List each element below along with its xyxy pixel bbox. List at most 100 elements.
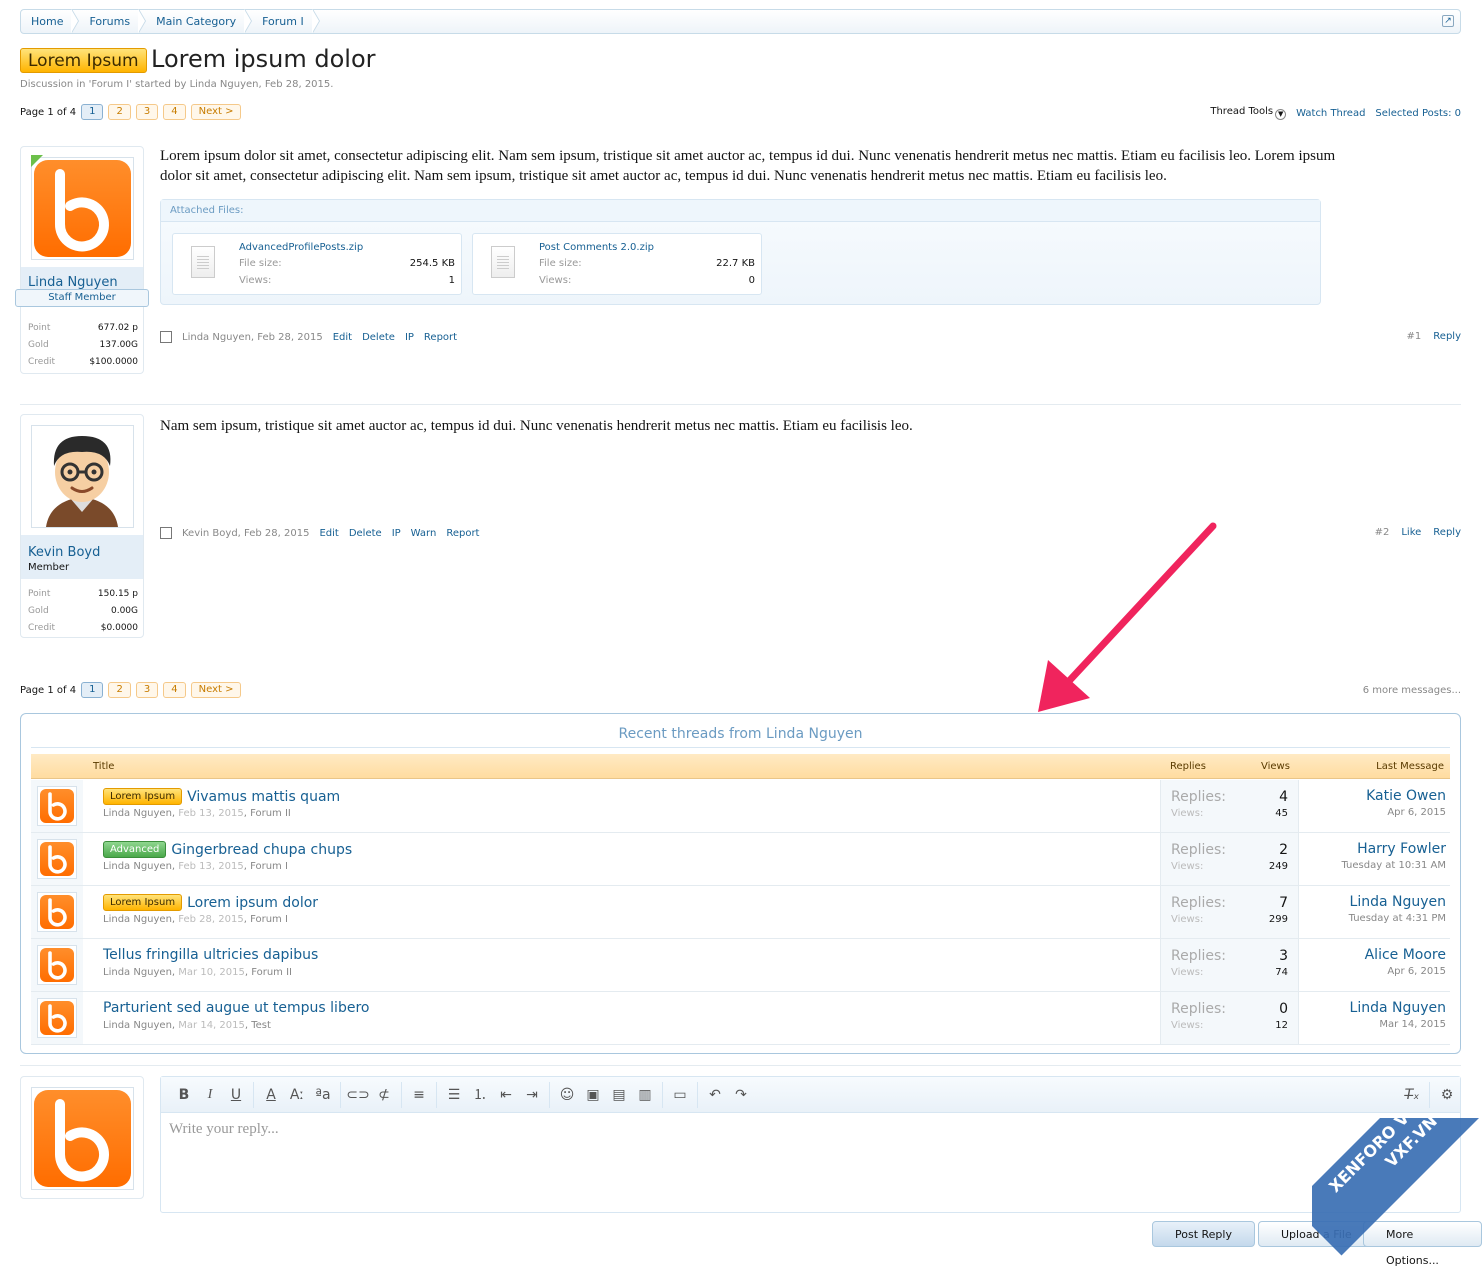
page-2-link[interactable]: 2 [108, 682, 131, 698]
image-icon[interactable]: ▣ [580, 1082, 606, 1108]
thread-avatar[interactable] [37, 839, 77, 879]
thread-author-link[interactable]: Linda Nguyen [103, 808, 172, 819]
thread-prefix[interactable]: Lorem Ipsum [103, 894, 183, 911]
thread-title-link[interactable]: Vivamus mattis quam [187, 789, 340, 805]
like-link[interactable]: Like [1401, 527, 1421, 538]
watch-thread-link[interactable]: Watch Thread [1296, 108, 1365, 119]
more-options-button[interactable]: More Options... [1363, 1221, 1482, 1267]
thread-tools-menu[interactable]: Thread Tools ▼ [1210, 106, 1287, 120]
last-post-time[interactable]: Tuesday at 4:31 PM [1349, 913, 1446, 924]
upload-file-button[interactable]: Upload a File [1258, 1221, 1375, 1247]
last-post-user-link[interactable]: Harry Fowler [1341, 841, 1446, 857]
thread-prefix[interactable]: Lorem Ipsum [103, 788, 183, 805]
col-title[interactable]: Title [93, 754, 114, 779]
indent-icon[interactable]: ⇥ [519, 1082, 545, 1108]
col-replies[interactable]: Replies [1170, 754, 1206, 779]
post-reply-button[interactable]: Post Reply [1152, 1221, 1255, 1247]
col-last-message[interactable]: Last Message [1376, 754, 1444, 779]
insert-icon[interactable]: ▥ [632, 1082, 658, 1108]
redo-icon[interactable]: ↷ [728, 1082, 754, 1108]
font-size-icon[interactable]: Aː [284, 1082, 310, 1108]
username[interactable]: Linda Nguyen [28, 275, 118, 290]
last-post-user-link[interactable]: Katie Owen [1366, 788, 1446, 804]
thread-title-link[interactable]: Tellus fringilla ultricies dapibus [103, 947, 318, 963]
next-page-link[interactable]: Next > [190, 104, 242, 120]
link-icon[interactable]: ⊂⊃ [345, 1082, 371, 1108]
thread-author-link[interactable]: Linda Nguyen [103, 914, 172, 925]
col-views[interactable]: Views [1261, 754, 1290, 779]
jump-to-icon[interactable]: ↗ [1442, 15, 1454, 27]
thread-avatar[interactable] [37, 786, 77, 826]
delete-link[interactable]: Delete [349, 528, 382, 539]
reply-textarea[interactable]: Write your reply... [169, 1121, 279, 1138]
outdent-icon[interactable]: ⇤ [493, 1082, 519, 1108]
select-post-checkbox[interactable] [160, 527, 172, 539]
page-4-link[interactable]: 4 [163, 682, 186, 698]
thread-avatar[interactable] [37, 998, 77, 1038]
bullet-list-icon[interactable]: ☰ [441, 1082, 467, 1108]
bold-icon[interactable]: B [171, 1082, 197, 1108]
last-post-time[interactable]: Tuesday at 10:31 AM [1341, 860, 1446, 871]
last-post-user-link[interactable]: Alice Moore [1365, 947, 1446, 963]
ip-link[interactable]: IP [392, 528, 401, 539]
smilie-icon[interactable]: ☺ [554, 1082, 580, 1108]
thread-author-link[interactable]: Linda Nguyen [103, 967, 172, 978]
toggle-bbcode-icon[interactable]: ⚙ [1434, 1082, 1460, 1108]
delete-link[interactable]: Delete [362, 332, 395, 343]
selected-posts-link[interactable]: Selected Posts: 0 [1375, 108, 1461, 119]
next-page-link[interactable]: Next > [190, 682, 242, 698]
last-post-time[interactable]: Apr 6, 2015 [1365, 966, 1446, 977]
align-icon[interactable]: ≡ [406, 1082, 432, 1108]
avatar[interactable] [31, 1087, 134, 1190]
page-2-link[interactable]: 2 [108, 104, 131, 120]
page-3-link[interactable]: 3 [135, 104, 159, 120]
file-name[interactable]: AdvancedProfilePosts.zip [239, 242, 363, 253]
thread-avatar[interactable] [37, 892, 77, 932]
undo-icon[interactable]: ↶ [702, 1082, 728, 1108]
font-color-icon[interactable]: A [258, 1082, 284, 1108]
thread-prefix[interactable]: Advanced [103, 841, 167, 858]
media-icon[interactable]: ▤ [606, 1082, 632, 1108]
post-author-date[interactable]: Linda Nguyen, Feb 28, 2015 [182, 332, 323, 343]
attachment-file[interactable]: AdvancedProfilePosts.zip File size: 254.5… [172, 233, 462, 295]
last-post-time[interactable]: Mar 14, 2015 [1350, 1019, 1446, 1030]
edit-link[interactable]: Edit [319, 528, 338, 539]
last-post-user-link[interactable]: Linda Nguyen [1349, 894, 1446, 910]
unlink-icon[interactable]: ⊄ [371, 1082, 397, 1108]
warn-link[interactable]: Warn [411, 528, 437, 539]
italic-icon[interactable]: I [197, 1082, 223, 1108]
reply-link[interactable]: Reply [1433, 527, 1461, 538]
avatar[interactable] [31, 425, 134, 528]
reply-link[interactable]: Reply [1433, 331, 1461, 342]
thread-forum-link[interactable]: Test [251, 1020, 271, 1031]
select-post-checkbox[interactable] [160, 331, 172, 343]
attachment-file[interactable]: Post Comments 2.0.zip File size: 22.7 KB … [472, 233, 762, 295]
thread-forum-link[interactable]: Forum I [250, 914, 288, 925]
username[interactable]: Kevin Boyd [28, 545, 100, 560]
last-post-user-link[interactable]: Linda Nguyen [1350, 1000, 1446, 1016]
page-1-link[interactable]: 1 [81, 682, 104, 698]
breadcrumb-forum-i[interactable]: Forum I [252, 9, 320, 33]
save-draft-icon[interactable]: ▭ [667, 1082, 693, 1108]
thread-author-link[interactable]: Linda Nguyen [103, 861, 172, 872]
edit-link[interactable]: Edit [333, 332, 352, 343]
report-link[interactable]: Report [446, 528, 479, 539]
thread-title-link[interactable]: Gingerbread chupa chups [171, 842, 352, 858]
post-number[interactable]: #1 [1407, 331, 1422, 342]
breadcrumb-forums[interactable]: Forums [79, 9, 146, 33]
font-family-icon[interactable]: ªa [310, 1082, 336, 1108]
breadcrumb-main-category[interactable]: Main Category [146, 9, 253, 33]
more-messages-link[interactable]: 6 more messages... [1363, 685, 1461, 696]
thread-forum-link[interactable]: Forum II [250, 808, 291, 819]
thread-forum-link[interactable]: Forum I [250, 861, 288, 872]
post-number[interactable]: #2 [1375, 527, 1390, 538]
post-author-date[interactable]: Kevin Boyd, Feb 28, 2015 [182, 528, 309, 539]
report-link[interactable]: Report [424, 332, 457, 343]
remove-format-icon[interactable]: T̶ₓ [1399, 1082, 1425, 1108]
breadcrumb-home[interactable]: Home [21, 9, 80, 33]
last-post-time[interactable]: Apr 6, 2015 [1366, 807, 1446, 818]
page-4-link[interactable]: 4 [163, 104, 186, 120]
thread-title-link[interactable]: Parturient sed augue ut tempus libero [103, 1000, 369, 1016]
thread-author-link[interactable]: Linda Nguyen [103, 1020, 172, 1031]
thread-avatar[interactable] [37, 945, 77, 985]
